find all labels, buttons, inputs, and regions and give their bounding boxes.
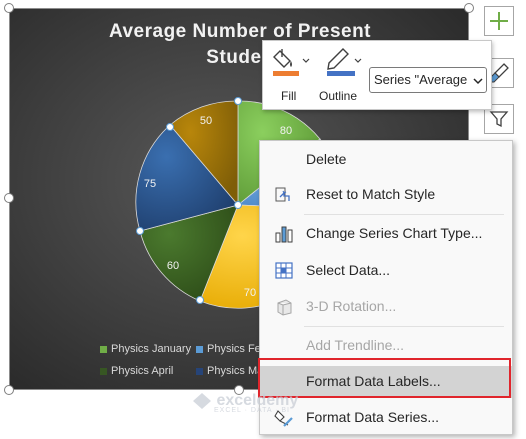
legend-swatch xyxy=(196,345,203,353)
menu-item-reset-to-match-style[interactable]: Reset to Match Style xyxy=(260,180,512,210)
fill-label: Fill xyxy=(281,89,297,103)
plus-icon xyxy=(490,12,508,30)
menu-item-label: 3-D Rotation... xyxy=(306,298,397,314)
series-selection-handle[interactable] xyxy=(234,97,242,105)
resize-handle-top-left[interactable] xyxy=(4,3,14,13)
data-label[interactable]: 75 xyxy=(144,178,156,190)
series-selection-handle[interactable] xyxy=(136,227,144,235)
reset-style-icon xyxy=(275,187,290,202)
cube-icon xyxy=(277,299,292,316)
data-label[interactable]: 70 xyxy=(244,287,256,299)
legend-item[interactable]: Physics Feb xyxy=(196,343,267,355)
chart-elements-button[interactable] xyxy=(484,6,514,36)
legend-item[interactable]: Physics Ma xyxy=(196,365,263,377)
pencil-icon xyxy=(327,48,362,76)
mini-toolbar: Fill Outline Series "Average xyxy=(262,40,492,110)
watermark-tagline: EXCEL · DATA · BI xyxy=(214,407,290,415)
data-label[interactable]: 50 xyxy=(200,115,212,127)
chevron-down-icon xyxy=(473,76,483,86)
exceldemy-logo-icon xyxy=(193,393,211,409)
menu-item-label: Delete xyxy=(306,151,347,167)
resize-handle-left[interactable] xyxy=(4,193,14,203)
legend-swatch xyxy=(196,367,203,375)
series-selection-handle[interactable] xyxy=(166,123,174,131)
legend-swatch xyxy=(100,345,107,353)
bar-chart-icon xyxy=(275,226,293,243)
menu-item-add-trendline[interactable]: Add Trendline... xyxy=(260,331,512,361)
menu-item-3d-rotation[interactable]: 3-D Rotation... xyxy=(260,292,512,322)
legend-label: Physics January xyxy=(111,343,192,355)
menu-item-label: Add Trendline... xyxy=(306,337,405,353)
watermark: exceldemy EXCEL · DATA · BI xyxy=(192,392,298,414)
legend-label: Physics April xyxy=(111,365,174,377)
series-select-value: Series "Average xyxy=(374,72,468,87)
resize-handle-top-right[interactable] xyxy=(464,3,474,13)
series-selection-handle[interactable] xyxy=(196,296,204,304)
legend-item[interactable]: Physics January xyxy=(100,343,191,355)
select-data-icon xyxy=(275,262,293,279)
menu-item-delete[interactable]: Delete xyxy=(260,145,512,175)
menu-item-label: Reset to Match Style xyxy=(306,186,436,202)
paint-bucket-icon xyxy=(273,49,310,76)
menu-item-label: Format Data Series... xyxy=(306,409,440,425)
menu-separator xyxy=(304,326,504,327)
outline-button[interactable]: Outline xyxy=(319,45,367,107)
data-label[interactable]: 80 xyxy=(280,125,292,137)
legend-item[interactable]: Physics April xyxy=(100,365,173,377)
data-label[interactable]: 60 xyxy=(167,260,179,272)
menu-item-change-series-chart-type[interactable]: Change Series Chart Type... xyxy=(260,219,512,249)
menu-separator xyxy=(304,214,504,215)
fill-button[interactable]: Fill xyxy=(271,45,317,107)
series-select[interactable]: Series "Average xyxy=(369,67,487,93)
menu-item-label: Change Series Chart Type... xyxy=(306,225,483,241)
menu-item-select-data[interactable]: Select Data... xyxy=(260,256,512,286)
legend-swatch xyxy=(100,367,107,375)
outline-label: Outline xyxy=(319,89,358,103)
legend-label: Physics Feb xyxy=(207,343,267,355)
menu-item-label: Select Data... xyxy=(306,262,391,278)
legend-label: Physics Ma xyxy=(207,365,264,377)
series-selection-handle[interactable] xyxy=(234,201,242,209)
resize-handle-bottom-left[interactable] xyxy=(4,385,14,395)
